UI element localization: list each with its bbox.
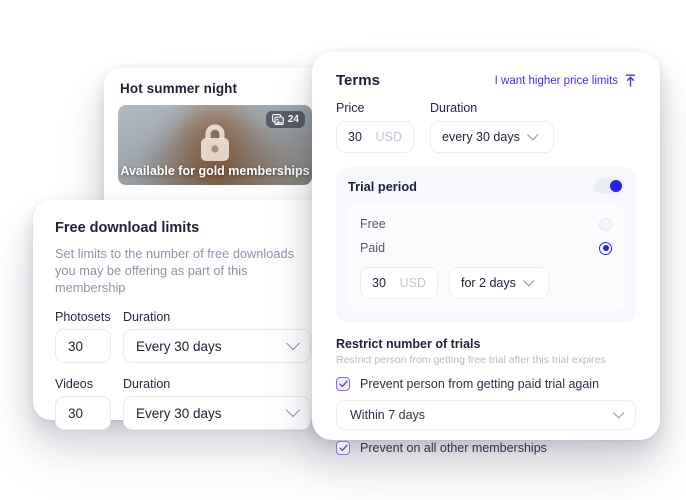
- checkbox-all-memberships[interactable]: [336, 441, 350, 455]
- photosets-label: Photosets: [55, 310, 111, 324]
- chevron-down-icon: [522, 275, 535, 287]
- check-icon: [338, 444, 348, 452]
- photosets-count-input[interactable]: 30: [55, 329, 111, 363]
- checkbox-row-all-memberships[interactable]: Prevent on all other memberships: [336, 441, 636, 455]
- videos-label: Videos: [55, 377, 93, 391]
- restrict-trials-subtitle: Restrict person from getting free trial …: [336, 354, 606, 366]
- toggle-knob: [610, 180, 622, 192]
- trial-period-options: Free Paid 30 USD for 2 days: [348, 203, 624, 311]
- checkbox-paid-trial-again-label: Prevent person from getting paid trial a…: [360, 377, 600, 391]
- videos-duration-label: Duration: [123, 377, 171, 391]
- photo-count-value: 24: [287, 114, 299, 125]
- trial-option-paid-label: Paid: [360, 241, 386, 255]
- limits-row-photosets: Photosets 30 Duration Every 30 days: [55, 310, 311, 363]
- photosets-duration-select[interactable]: Every 30 days: [123, 329, 311, 363]
- trial-amount-row: 30 USD for 2 days: [360, 267, 612, 299]
- trial-amount-currency: USD: [399, 276, 426, 290]
- trial-period-header: Trial period: [348, 178, 624, 194]
- trial-option-free[interactable]: Free: [360, 212, 612, 236]
- screenshot-stage: Hot summer night 24 Available for gold m…: [0, 0, 686, 500]
- trial-period-title: Trial period: [348, 178, 417, 194]
- checkbox-all-memberships-label: Prevent on all other memberships: [360, 441, 547, 455]
- photo-count-badge: 24: [265, 111, 305, 128]
- trial-period-value: for 2 days: [461, 276, 516, 290]
- duration-label: Duration: [430, 101, 478, 115]
- videos-duration-value: Every 30 days: [136, 405, 222, 421]
- price-currency: USD: [375, 130, 402, 144]
- higher-price-limits-label: I want higher price limits: [494, 74, 618, 87]
- photosets-count-value: 30: [68, 338, 84, 354]
- duration-select[interactable]: every 30 days: [430, 121, 554, 153]
- duration-value: every 30 days: [442, 130, 520, 144]
- check-icon: [338, 380, 348, 388]
- checkbox-row-paid-trial-again[interactable]: Prevent person from getting paid trial a…: [336, 377, 636, 391]
- higher-price-limits-link[interactable]: I want higher price limits: [495, 74, 636, 87]
- trial-option-free-label: Free: [360, 217, 386, 231]
- chevron-down-icon: [285, 403, 301, 418]
- trial-option-paid[interactable]: Paid: [360, 236, 612, 260]
- photoset-preview[interactable]: 24 Available for gold memberships: [118, 105, 312, 185]
- trial-amount-value: 30: [372, 276, 386, 290]
- photoset-title: Hot summer night: [120, 81, 238, 96]
- lock-icon: [201, 124, 229, 161]
- free-download-limits-card: Free download limits Set limits to the n…: [33, 200, 333, 430]
- chevron-down-icon: [285, 336, 301, 351]
- price-value: 30: [348, 130, 362, 144]
- price-input[interactable]: 30 USD: [336, 121, 414, 153]
- restrict-trials-title: Restrict number of trials: [336, 337, 481, 351]
- trial-amount-input[interactable]: 30 USD: [360, 267, 438, 299]
- photosets-duration-value: Every 30 days: [136, 338, 222, 354]
- chevron-down-icon: [613, 407, 625, 419]
- radio-selected-icon[interactable]: [599, 241, 612, 255]
- chevron-down-icon: [526, 129, 539, 141]
- terms-title: Terms: [336, 72, 380, 89]
- photosets-duration-label: Duration: [123, 310, 171, 324]
- videos-count-value: 30: [68, 405, 84, 421]
- limits-row-videos: Videos 30 Duration Every 30 days: [55, 377, 311, 430]
- restrict-window-value: Within 7 days: [350, 408, 426, 422]
- photoset-caption: Available for gold memberships: [120, 164, 310, 178]
- radio-unselected-icon[interactable]: [599, 217, 612, 231]
- trial-period-section: Trial period Free Paid 30 USD for 2 days: [336, 167, 636, 323]
- restrict-window-select[interactable]: Within 7 days: [336, 400, 636, 430]
- trial-period-toggle[interactable]: [594, 178, 624, 194]
- limits-description: Set limits to the number of free downloa…: [55, 246, 294, 295]
- photo-stack-icon: [271, 114, 284, 125]
- terms-header: Terms I want higher price limits: [336, 72, 636, 89]
- terms-price-row: Price 30 USD Duration every 30 days: [336, 101, 636, 153]
- trial-period-select[interactable]: for 2 days: [449, 267, 549, 299]
- upload-arrow-icon: [625, 74, 636, 87]
- videos-count-input[interactable]: 30: [55, 396, 111, 430]
- terms-card: Terms I want higher price limits Price 3…: [312, 52, 660, 455]
- checkbox-paid-trial-again[interactable]: [336, 377, 350, 391]
- limits-title: Free download limits: [55, 220, 200, 236]
- restrict-trials-section: Restrict number of trials Restrict perso…: [336, 337, 636, 455]
- price-label: Price: [336, 101, 365, 115]
- videos-duration-select[interactable]: Every 30 days: [123, 396, 311, 430]
